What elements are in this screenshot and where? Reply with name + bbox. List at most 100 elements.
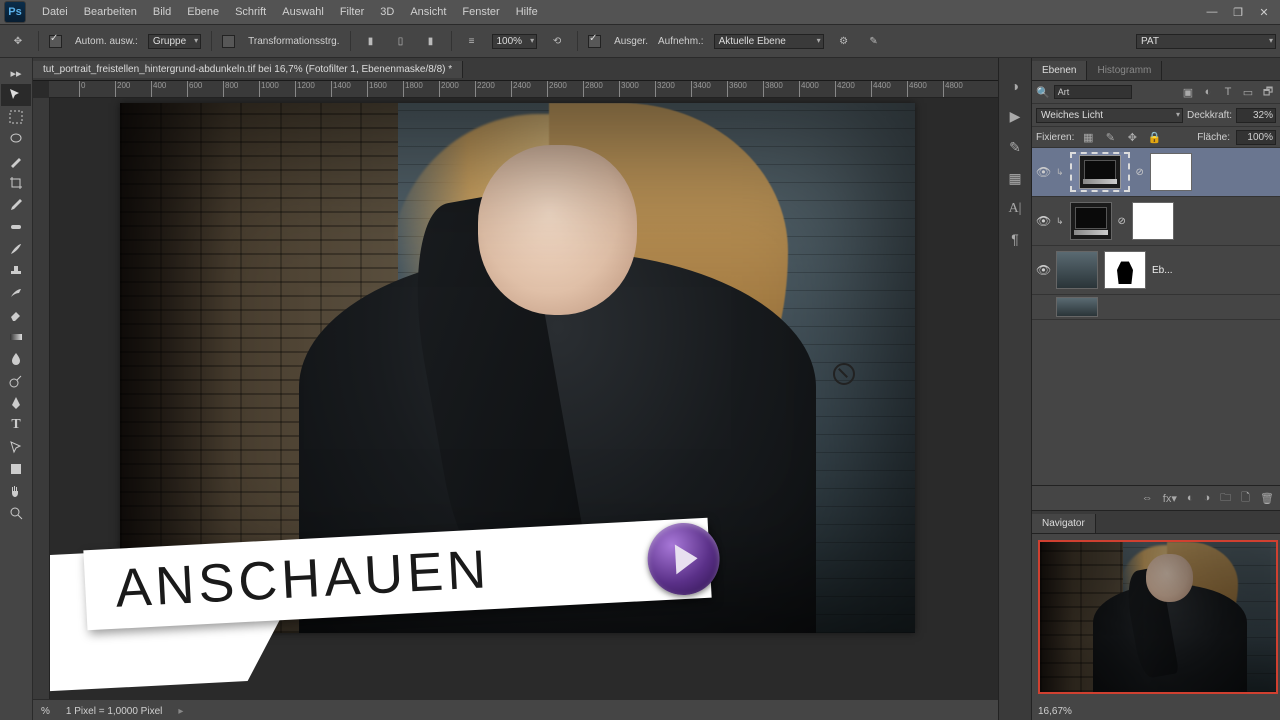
eyedropper-tool[interactable] <box>1 194 31 216</box>
auto-select-dropdown[interactable]: Gruppe <box>148 34 201 49</box>
workspace-dropdown[interactable]: PAT <box>1136 34 1276 49</box>
character-panel-icon[interactable]: A| <box>1009 201 1022 217</box>
mask-icon[interactable]: ◐ <box>1187 492 1194 504</box>
align-center-icon[interactable]: ▯ <box>391 31 411 51</box>
link-icon[interactable]: ⊘ <box>1118 216 1126 227</box>
layer-name[interactable]: Eb... <box>1152 265 1173 276</box>
lasso-tool[interactable] <box>1 128 31 150</box>
transform-controls-checkbox[interactable] <box>222 35 235 48</box>
layer-row-3[interactable]: 👁 Eb... <box>1032 246 1280 295</box>
pen-tool[interactable] <box>1 392 31 414</box>
hand-tool[interactable] <box>1 480 31 502</box>
layer-row-4[interactable] <box>1032 295 1280 320</box>
visibility-toggle[interactable]: 👁 <box>1036 165 1050 179</box>
lock-position-icon[interactable]: ✥ <box>1124 131 1140 144</box>
marquee-tool[interactable] <box>1 106 31 128</box>
fill-value[interactable]: 100% <box>1236 130 1276 145</box>
history-brush-tool[interactable] <box>1 282 31 304</box>
layer-filter-dropdown[interactable]: Art <box>1054 85 1132 99</box>
eraser-tool[interactable] <box>1 304 31 326</box>
link-icon[interactable]: ⊘ <box>1136 167 1144 178</box>
distribute-icon[interactable]: ≡ <box>462 31 482 51</box>
lock-pixels-icon[interactable]: ▦ <box>1080 131 1096 144</box>
gradient-tool[interactable] <box>1 326 31 348</box>
mask-thumb[interactable] <box>1150 153 1192 191</box>
menu-help[interactable]: Hilfe <box>508 2 546 22</box>
paragraph-panel-icon[interactable]: ¶ <box>1011 231 1019 247</box>
layer-row-2[interactable]: 👁 ↳ ⊘ <box>1032 197 1280 246</box>
layer-thumb[interactable] <box>1070 202 1112 240</box>
window-restore[interactable]: ❐ <box>1226 3 1250 21</box>
stamp-tool[interactable] <box>1 260 31 282</box>
blur-tool[interactable] <box>1 348 31 370</box>
fx-icon[interactable]: fx▾ <box>1163 492 1177 505</box>
new-layer-icon[interactable]: 🗋 <box>1241 489 1250 508</box>
menu-view[interactable]: Ansicht <box>402 2 454 22</box>
menu-image[interactable]: Bild <box>145 2 179 22</box>
align-left-icon[interactable]: ▮ <box>361 31 381 51</box>
menu-type[interactable]: Schrift <box>227 2 274 22</box>
brush-panel-icon[interactable]: ✎ <box>1009 139 1021 156</box>
tab-navigator[interactable]: Navigator <box>1032 514 1096 533</box>
align-right-icon[interactable]: ▮ <box>421 31 441 51</box>
mask-thumb[interactable] <box>1104 251 1146 289</box>
brush-tool[interactable] <box>1 238 31 260</box>
lock-brush-icon[interactable]: ✎ <box>1102 131 1118 144</box>
navigator-thumbnail[interactable] <box>1038 540 1278 694</box>
auto-select-checkbox[interactable] <box>49 35 62 48</box>
canvas[interactable] <box>120 103 915 633</box>
adjustment-icon[interactable]: ◑ <box>1204 492 1211 504</box>
link-layers-icon[interactable]: ⇔ <box>1142 492 1153 504</box>
layer-thumb[interactable] <box>1056 251 1098 289</box>
swatches-panel-icon[interactable]: ▦ <box>1008 170 1021 187</box>
filter-shape-icon[interactable]: ▭ <box>1240 86 1256 99</box>
document-tab[interactable]: tut_portrait_freistellen_hintergrund-abd… <box>33 61 463 78</box>
menu-edit[interactable]: Bearbeiten <box>76 2 145 22</box>
window-close[interactable]: ✕ <box>1252 3 1276 21</box>
layer-thumb[interactable] <box>1070 152 1130 192</box>
menu-3d[interactable]: 3D <box>372 2 402 22</box>
healing-tool[interactable] <box>1 216 31 238</box>
tab-histogram[interactable]: Histogramm <box>1087 61 1162 80</box>
zoom-value[interactable]: 100% <box>492 34 538 49</box>
filter-smart-icon[interactable]: 🗗 <box>1260 83 1276 102</box>
menu-file[interactable]: Datei <box>34 2 76 22</box>
path-select-tool[interactable] <box>1 436 31 458</box>
canvas-viewport[interactable]: ANSCHAUEN <box>50 98 998 699</box>
move-tool[interactable] <box>1 84 31 106</box>
dodge-tool[interactable] <box>1 370 31 392</box>
filter-image-icon[interactable]: ▣ <box>1180 86 1196 99</box>
actions-panel-icon[interactable]: ▶ <box>1010 108 1021 125</box>
trash-icon[interactable]: 🗑 <box>1260 492 1274 505</box>
shape-tool[interactable] <box>1 458 31 480</box>
lock-all-icon[interactable]: 🔒 <box>1146 131 1162 144</box>
blend-mode-dropdown[interactable]: Weiches Licht <box>1036 108 1183 123</box>
menu-layer[interactable]: Ebene <box>179 2 227 22</box>
crop-tool[interactable] <box>1 172 31 194</box>
visibility-toggle[interactable]: 👁 <box>1036 214 1050 228</box>
history-panel-icon[interactable]: ◑ <box>1011 78 1019 94</box>
opacity-value[interactable]: 32% <box>1236 108 1276 123</box>
layer-thumb[interactable] <box>1056 297 1098 317</box>
layer-row-1[interactable]: 👁 ↳ ⊘ <box>1032 148 1280 197</box>
window-minimize[interactable]: — <box>1200 3 1224 21</box>
filter-adjust-icon[interactable]: ◐ <box>1200 86 1216 98</box>
gear-icon[interactable]: ⚙ <box>834 31 854 51</box>
menu-filter[interactable]: Filter <box>332 2 372 22</box>
brush-settings-icon[interactable]: ✎ <box>864 31 884 51</box>
collapse-icon[interactable]: ▸▸ <box>1 62 31 84</box>
filter-type-icon[interactable]: T <box>1220 86 1236 98</box>
navigator-zoom[interactable]: 16,67% <box>1038 706 1072 717</box>
sample-layer-dropdown[interactable]: Aktuelle Ebene <box>714 34 824 49</box>
menu-window[interactable]: Fenster <box>454 2 507 22</box>
group-icon[interactable]: 🗀 <box>1220 489 1231 508</box>
wand-tool[interactable] <box>1 150 31 172</box>
menu-select[interactable]: Auswahl <box>274 2 332 22</box>
zoom-tool[interactable] <box>1 502 31 524</box>
3d-mode-icon[interactable]: ⟲ <box>547 31 567 51</box>
ausger-checkbox[interactable] <box>588 35 601 48</box>
type-tool[interactable]: T <box>1 414 31 436</box>
tab-layers[interactable]: Ebenen <box>1032 61 1087 80</box>
visibility-toggle[interactable]: 👁 <box>1036 263 1050 277</box>
mask-thumb[interactable] <box>1132 202 1174 240</box>
